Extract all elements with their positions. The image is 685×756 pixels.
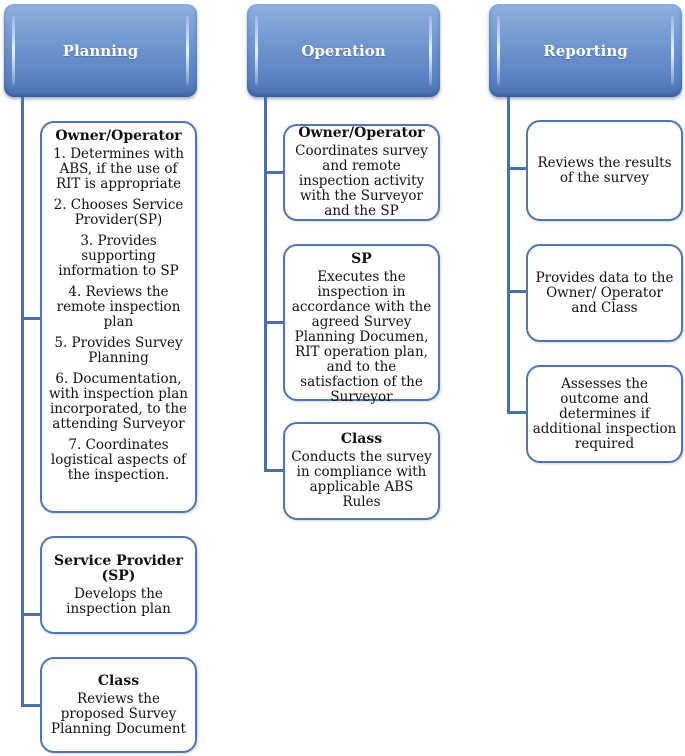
operation-connector-vertical	[264, 97, 267, 472]
list-item: Provides data to the Owner/ Operator and…	[535, 269, 674, 316]
reporting-connector-branch	[507, 290, 527, 293]
box-title: Service Provider (SP)	[54, 552, 183, 584]
reporting-header-label: Reporting	[543, 41, 628, 60]
reporting-connector-branch	[507, 411, 527, 414]
reporting-provide-data-box: Provides data to the Owner/ Operator and…	[526, 244, 683, 342]
box-title: Owner/Operator	[55, 128, 182, 144]
list-item: Reviews the proposed Survey Planning Doc…	[51, 690, 186, 737]
list-item: 5. Provides Survey Planning	[54, 335, 183, 366]
list-item: Coordinates survey and remote inspection…	[295, 143, 428, 219]
list-item: 2. Chooses Service Provider(SP)	[53, 197, 184, 228]
planning-connector-branch	[21, 704, 41, 707]
box-title: Class	[97, 672, 140, 689]
planning-header-label: Planning	[62, 41, 139, 60]
box-title: Class	[340, 431, 383, 447]
planning-header: Planning	[4, 4, 197, 97]
list-item: Develops the inspection plan	[66, 585, 171, 617]
list-item: Executes the inspection in accordance wi…	[291, 269, 432, 405]
reporting-review-results-box: Reviews the results of the survey	[526, 120, 683, 221]
planning-owner-operator-box: Owner/Operator 1. Determines with ABS, i…	[40, 121, 197, 513]
operation-header: Operation	[247, 4, 440, 97]
box-title: SP	[351, 251, 372, 267]
reporting-connector-branch	[507, 167, 527, 170]
list-item: Reviews the results of the survey	[537, 154, 672, 186]
planning-service-provider-box: Service Provider (SP) Develops the inspe…	[40, 536, 197, 634]
operation-owner-operator-box: Owner/Operator Coordinates survey and re…	[283, 124, 440, 221]
list-item: 4. Reviews the remote inspection plan	[56, 284, 181, 330]
reporting-connector-vertical	[507, 97, 510, 414]
list-item: Assesses the outcome and determines if a…	[532, 375, 677, 452]
reporting-assess-outcome-box: Assesses the outcome and determines if a…	[526, 365, 683, 463]
box-title: Owner/Operator	[298, 125, 425, 141]
reporting-header: Reporting	[489, 4, 682, 97]
operation-connector-branch	[264, 321, 284, 324]
operation-sp-box: SP Executes the inspection in accordance…	[283, 244, 440, 405]
planning-connector-branch	[21, 317, 41, 320]
planning-class-box: Class Reviews the proposed Survey Planni…	[40, 657, 197, 753]
operation-connector-branch	[264, 171, 284, 174]
operation-header-label: Operation	[301, 41, 386, 60]
list-item: Conducts the survey in compliance with a…	[291, 449, 432, 510]
list-item: 3. Provides supporting information to SP	[58, 233, 179, 279]
list-item: 1. Determines with ABS, if the use of RI…	[53, 146, 184, 192]
list-item: 6. Documentation, with inspection plan i…	[49, 371, 188, 432]
operation-class-box: Class Conducts the survey in compliance …	[283, 422, 440, 520]
operation-connector-branch	[264, 469, 284, 472]
planning-connector-branch	[21, 613, 41, 616]
list-item: 7. Coordinates logistical aspects of the…	[50, 437, 187, 483]
